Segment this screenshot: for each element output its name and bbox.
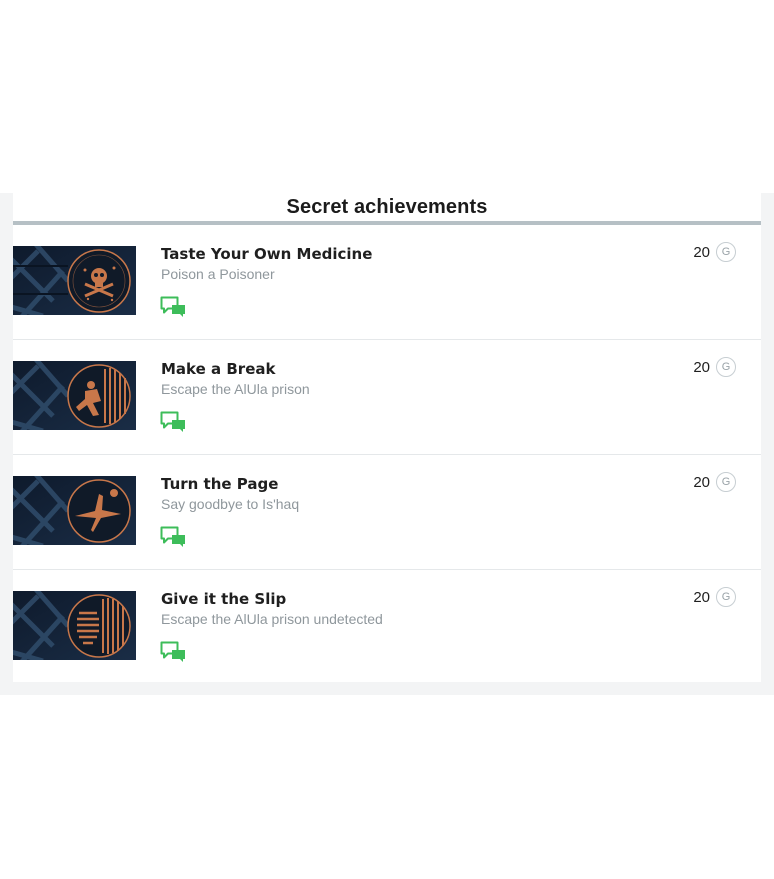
section-title: Secret achievements (286, 196, 488, 218)
comments-icon[interactable] (160, 296, 188, 318)
achievement-row[interactable]: Turn the Page Say goodbye to Is'haq 20 G (13, 455, 761, 570)
gamerscore-g-icon: G (716, 357, 736, 377)
gamerscore: 20 G (693, 242, 736, 262)
achievement-title[interactable]: Taste Your Own Medicine (161, 245, 372, 263)
achievement-description: Poison a Poisoner (161, 266, 275, 282)
gamerscore: 20 G (693, 357, 736, 377)
achievement-row[interactable]: Give it the Slip Escape the AlUla prison… (13, 570, 761, 684)
gamerscore-value: 20 (693, 473, 710, 491)
achievement-description: Escape the AlUla prison undetected (161, 611, 383, 627)
comments-icon[interactable] (160, 411, 188, 433)
achievement-row[interactable]: Make a Break Escape the AlUla prison 20 … (13, 340, 761, 455)
gamerscore: 20 G (693, 587, 736, 607)
comments-icon[interactable] (160, 526, 188, 548)
achievement-image[interactable] (13, 591, 136, 660)
gamerscore-g-icon: G (716, 472, 736, 492)
section-header: Secret achievements (13, 193, 761, 225)
achievement-image[interactable] (13, 476, 136, 545)
achievement-description: Escape the AlUla prison (161, 381, 310, 397)
gamerscore-value: 20 (693, 243, 710, 261)
achievement-row[interactable]: Taste Your Own Medicine Poison a Poisone… (13, 225, 761, 340)
gamerscore: 20 G (693, 472, 736, 492)
achievement-title[interactable]: Make a Break (161, 360, 275, 378)
secret-achievements-card: Secret achievements Taste Your Own Medic… (13, 193, 761, 682)
gamerscore-value: 20 (693, 358, 710, 376)
achievement-title[interactable]: Turn the Page (161, 475, 278, 493)
achievement-image[interactable] (13, 246, 136, 315)
achievements-panel: Secret achievements Taste Your Own Medic… (0, 193, 774, 695)
gamerscore-g-icon: G (716, 587, 736, 607)
achievement-title[interactable]: Give it the Slip (161, 590, 286, 608)
gamerscore-g-icon: G (716, 242, 736, 262)
achievement-description: Say goodbye to Is'haq (161, 496, 300, 512)
gamerscore-value: 20 (693, 588, 710, 606)
achievement-image[interactable] (13, 361, 136, 430)
comments-icon[interactable] (160, 641, 188, 663)
